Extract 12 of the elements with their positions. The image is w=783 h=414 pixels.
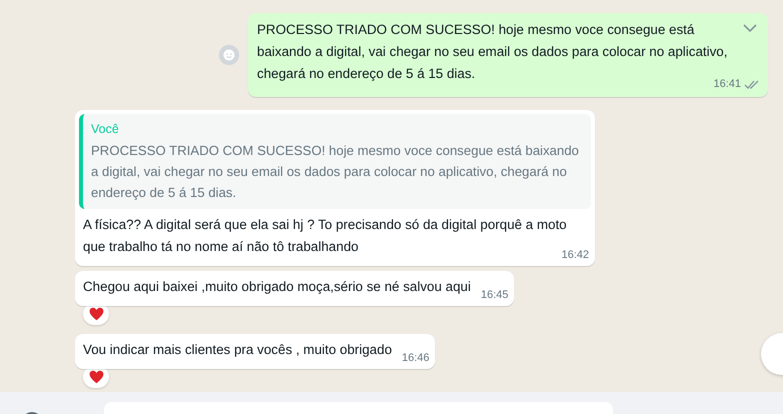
quote-text: PROCESSO TRIADO COM SUCESSO! hoje mesmo voce consegue está baixando a digital, vai chegar no seu email os dados para colocar no aplicativo, chegará no endereço de 5 á 15 dias. bbox=[91, 142, 580, 202]
quote-author: Você bbox=[91, 121, 120, 138]
message-time: 16:42 bbox=[561, 248, 589, 263]
message-time: 16:45 bbox=[480, 288, 508, 303]
emoji-icon[interactable] bbox=[218, 44, 240, 66]
heart-icon bbox=[88, 307, 104, 321]
heart-icon bbox=[88, 370, 104, 384]
message-time: 16:46 bbox=[402, 351, 430, 366]
quoted-message[interactable]: Você PROCESSO TRIADO COM SUCESSO! hoje mesmo voce consegue está baixando a digital, vai chegar no seu email os dados para colocar no aplicativo, chegará no endereço de 5 á 15 dias. bbox=[79, 114, 591, 209]
chevron-down-icon[interactable] bbox=[742, 23, 758, 33]
message-text: Vou indicar mais clientes pra vocês , muito obrigado bbox=[83, 342, 392, 357]
message-text: Chegou aqui baixei ,muito obrigado moça,sério se né salvou aqui bbox=[83, 279, 471, 294]
